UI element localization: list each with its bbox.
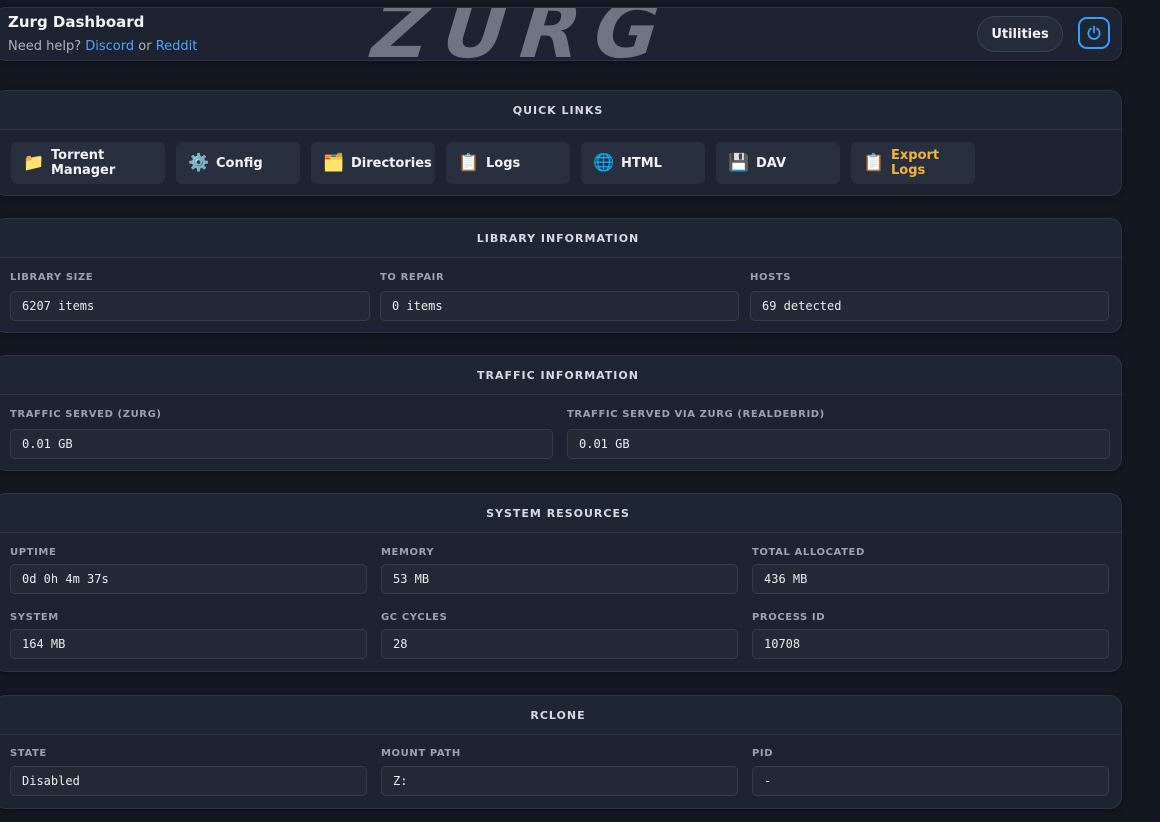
dav-link[interactable]: 💾 DAV bbox=[716, 142, 840, 184]
library-information-title: LIBRARY INFORMATION bbox=[0, 219, 1121, 258]
export-logs-link[interactable]: 📋 Export Logs bbox=[851, 142, 975, 184]
page-title: Zurg Dashboard bbox=[8, 13, 145, 31]
help-or: or bbox=[138, 39, 152, 54]
gc-cycles-field: 28 bbox=[381, 629, 738, 659]
quick-link-label: Torrent Manager bbox=[51, 148, 116, 178]
process-id-label: PROCESS ID bbox=[752, 612, 826, 623]
clipboard-icon: 📋 bbox=[863, 153, 885, 173]
hosts-label: HOSTS bbox=[750, 272, 792, 283]
traffic-served-zurg-label: TRAFFIC SERVED (ZURG) bbox=[10, 409, 162, 420]
total-allocated-field: 436 MB bbox=[752, 564, 1109, 594]
quick-links-title: QUICK LINKS bbox=[0, 91, 1121, 130]
gear-icon: ⚙️ bbox=[188, 153, 210, 173]
uptime-label: UPTIME bbox=[10, 547, 57, 558]
rclone-state-label: STATE bbox=[10, 748, 47, 759]
uptime-field: 0d 0h 4m 37s bbox=[10, 564, 367, 594]
power-icon bbox=[1087, 25, 1101, 40]
mount-path-field: Z: bbox=[381, 766, 738, 796]
traffic-served-realdebrid-field: 0.01 GB bbox=[567, 429, 1110, 459]
directories-link[interactable]: 🗂️ Directories bbox=[311, 142, 435, 184]
html-link[interactable]: 🌐 HTML bbox=[581, 142, 705, 184]
gc-cycles-label: GC CYCLES bbox=[381, 612, 448, 623]
quick-link-label: Logs bbox=[486, 155, 521, 171]
help-prefix: Need help? bbox=[8, 39, 82, 54]
folder-icon: 📁 bbox=[23, 153, 45, 173]
clipboard-icon: 📋 bbox=[458, 153, 480, 173]
library-information-panel: LIBRARY INFORMATION LIBRARY SIZE 6207 it… bbox=[0, 218, 1122, 333]
rclone-state-field: Disabled bbox=[10, 766, 367, 796]
discord-link[interactable]: Discord bbox=[85, 39, 134, 54]
to-repair-label: TO REPAIR bbox=[380, 272, 445, 283]
quick-link-label: DAV bbox=[756, 155, 787, 171]
rclone-pid-label: PID bbox=[752, 748, 774, 759]
quick-link-label: HTML bbox=[621, 155, 662, 171]
library-size-label: LIBRARY SIZE bbox=[10, 272, 94, 283]
power-button[interactable] bbox=[1078, 17, 1110, 49]
header-bar: ZURG Zurg Dashboard Need help? Discord o… bbox=[0, 7, 1122, 61]
mount-path-label: MOUNT PATH bbox=[381, 748, 461, 759]
process-id-field: 10708 bbox=[752, 629, 1109, 659]
help-text: Need help? Discord or Reddit bbox=[8, 39, 197, 54]
torrent-manager-link[interactable]: 📁 Torrent Manager bbox=[11, 142, 165, 184]
logs-link[interactable]: 📋 Logs bbox=[446, 142, 570, 184]
traffic-information-title: TRAFFIC INFORMATION bbox=[0, 356, 1121, 395]
config-link[interactable]: ⚙️ Config bbox=[176, 142, 300, 184]
reddit-link[interactable]: Reddit bbox=[156, 39, 198, 54]
hosts-field: 69 detected bbox=[750, 291, 1109, 321]
rclone-pid-field: - bbox=[752, 766, 1109, 796]
quick-link-label: Export Logs bbox=[891, 148, 940, 178]
quick-link-label: Config bbox=[216, 155, 263, 171]
system-memory-field: 164 MB bbox=[10, 629, 367, 659]
traffic-served-zurg-field: 0.01 GB bbox=[10, 429, 553, 459]
system-memory-label: SYSTEM bbox=[10, 612, 59, 623]
rclone-title: RCLONE bbox=[0, 696, 1121, 735]
library-size-field: 6207 items bbox=[10, 291, 370, 321]
memory-label: MEMORY bbox=[381, 547, 435, 558]
to-repair-field: 0 items bbox=[380, 291, 739, 321]
traffic-information-panel: TRAFFIC INFORMATION TRAFFIC SERVED (ZURG… bbox=[0, 355, 1122, 471]
system-resources-title: SYSTEM RESOURCES bbox=[0, 494, 1121, 533]
system-resources-panel: SYSTEM RESOURCES UPTIME 0d 0h 4m 37s MEM… bbox=[0, 493, 1122, 672]
total-allocated-label: TOTAL ALLOCATED bbox=[752, 547, 865, 558]
traffic-served-realdebrid-label: TRAFFIC SERVED VIA ZURG (REALDEBRID) bbox=[567, 409, 825, 420]
quick-link-label: Directories bbox=[351, 155, 432, 171]
globe-icon: 🌐 bbox=[593, 153, 615, 173]
utilities-button[interactable]: Utilities bbox=[977, 16, 1063, 52]
floppy-disk-icon: 💾 bbox=[728, 153, 750, 173]
rclone-panel: RCLONE STATE Disabled MOUNT PATH Z: PID … bbox=[0, 695, 1122, 809]
memory-field: 53 MB bbox=[381, 564, 738, 594]
quick-links-panel: QUICK LINKS 📁 Torrent Manager ⚙️ Config … bbox=[0, 90, 1122, 196]
zurg-logo-watermark: ZURG bbox=[368, 7, 678, 61]
card-index-dividers-icon: 🗂️ bbox=[323, 153, 345, 173]
